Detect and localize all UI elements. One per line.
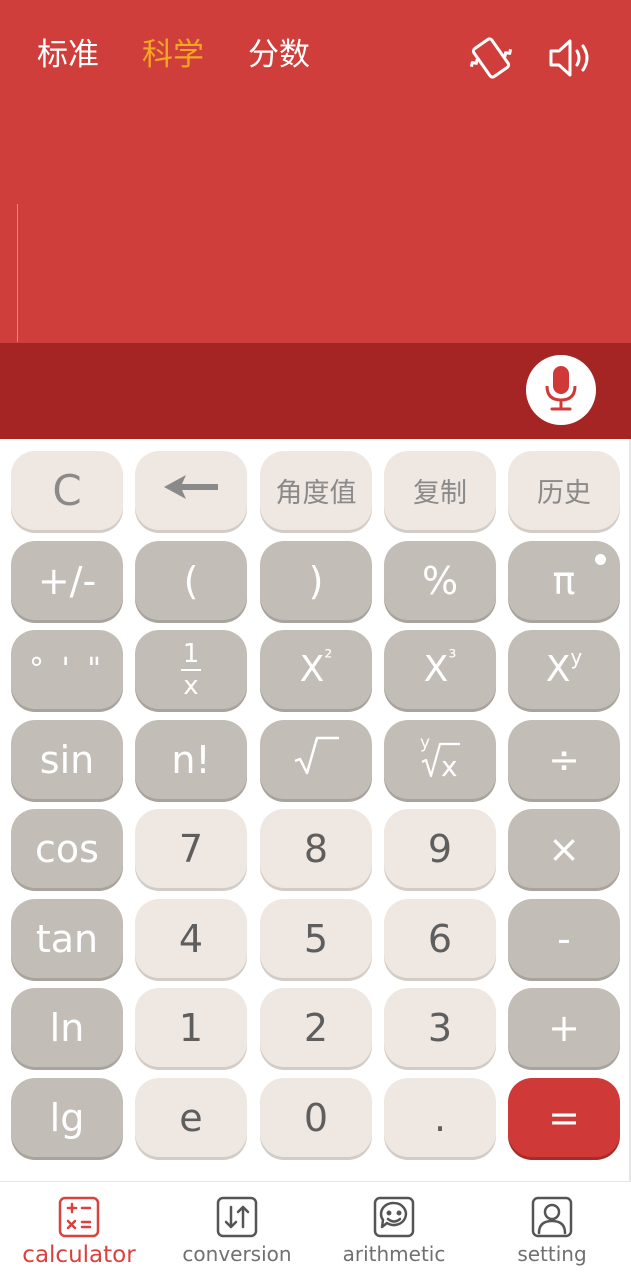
tan-button[interactable]: tan [11,899,123,978]
digit-2-button[interactable]: 2 [260,988,372,1067]
reciprocal-denominator: x [183,670,199,701]
y-root-button[interactable]: y x [384,720,496,799]
nav-label-calculator: calculator [22,1242,136,1268]
digit-8-button[interactable]: 8 [260,809,372,888]
cube-base: X [423,649,449,690]
plus-button[interactable]: + [508,988,620,1067]
square-root-button[interactable] [260,720,372,799]
shift-indicator-dot [595,554,606,565]
y-root-icon: y x [414,730,466,789]
bottom-navigation: calculator conversion arithmetic setting [0,1181,631,1280]
square-base: X [299,649,325,690]
nav-item-calculator[interactable]: calculator [0,1182,158,1280]
nav-item-setting[interactable]: setting [473,1182,631,1280]
backspace-arrow-icon [160,469,222,513]
power-base: X [545,649,571,690]
power-exponent: y [570,645,583,669]
nav-label-arithmetic: arithmetic [342,1242,446,1266]
power-button[interactable]: Xy [508,630,620,709]
sign-toggle-button[interactable]: +/- [11,541,123,620]
clear-button[interactable]: C [11,451,123,530]
copy-button[interactable]: 复制 [384,451,496,530]
factorial-button[interactable]: n! [135,720,247,799]
cube-label: X³ [423,645,457,690]
square-button[interactable]: X² [260,630,372,709]
history-button[interactable]: 历史 [508,451,620,530]
arithmetic-icon [372,1195,416,1239]
nav-label-conversion: conversion [182,1242,292,1266]
dms-label: ° ' " [28,652,106,687]
digit-1-button[interactable]: 1 [135,988,247,1067]
digit-6-button[interactable]: 6 [384,899,496,978]
reciprocal-button[interactable]: 1 x [135,630,247,709]
cube-exponent: ³ [448,645,457,669]
multiply-button[interactable]: × [508,809,620,888]
angle-mode-button[interactable]: 角度值 [260,451,372,530]
decimal-point-button[interactable]: . [384,1078,496,1157]
minus-button[interactable]: - [508,899,620,978]
power-label: Xy [545,645,583,690]
speaker-icon[interactable] [546,32,598,84]
tab-fraction[interactable]: 分数 [248,33,310,77]
sin-button[interactable]: sin [11,720,123,799]
lg-button[interactable]: lg [11,1078,123,1157]
equals-button[interactable]: = [508,1078,620,1157]
digit-4-button[interactable]: 4 [135,899,247,978]
cube-button[interactable]: X³ [384,630,496,709]
divide-button[interactable]: ÷ [508,720,620,799]
left-paren-button[interactable]: ( [135,541,247,620]
square-root-icon [291,733,341,786]
vibrate-icon[interactable] [465,32,517,84]
right-paren-button[interactable]: ) [260,541,372,620]
keypad: C 角度值 复制 历史 +/- ( ) % π ° ' " 1 x X² X³ … [0,439,631,1181]
calculator-icon [57,1195,101,1239]
degree-minute-second-button[interactable]: ° ' " [11,630,123,709]
voice-input-button[interactable] [526,355,596,425]
input-cursor [17,204,18,342]
microphone-icon [541,364,581,416]
setting-icon [530,1195,574,1239]
cos-button[interactable]: cos [11,809,123,888]
digit-7-button[interactable]: 7 [135,809,247,888]
pi-label: π [552,558,576,603]
digit-3-button[interactable]: 3 [384,988,496,1067]
tab-scientific[interactable]: 科学 [142,33,204,77]
pi-button[interactable]: π [508,541,620,620]
tab-standard[interactable]: 标准 [37,33,99,77]
conversion-icon [215,1195,259,1239]
nav-item-arithmetic[interactable]: arithmetic [315,1182,473,1280]
square-label: X² [299,645,333,690]
digit-5-button[interactable]: 5 [260,899,372,978]
euler-e-button[interactable]: e [135,1078,247,1157]
svg-text:x: x [441,750,458,780]
percent-button[interactable]: % [384,541,496,620]
reciprocal-label: 1 x [181,641,201,699]
ln-button[interactable]: ln [11,988,123,1067]
nav-label-setting: setting [517,1242,587,1266]
square-exponent: ² [324,645,333,669]
nav-item-conversion[interactable]: conversion [158,1182,316,1280]
digit-9-button[interactable]: 9 [384,809,496,888]
reciprocal-numerator: 1 [182,638,200,669]
digit-0-button[interactable]: 0 [260,1078,372,1157]
backspace-button[interactable] [135,451,247,530]
svg-text:y: y [420,733,430,753]
display-area: 标准 科学 分数 [0,0,631,343]
